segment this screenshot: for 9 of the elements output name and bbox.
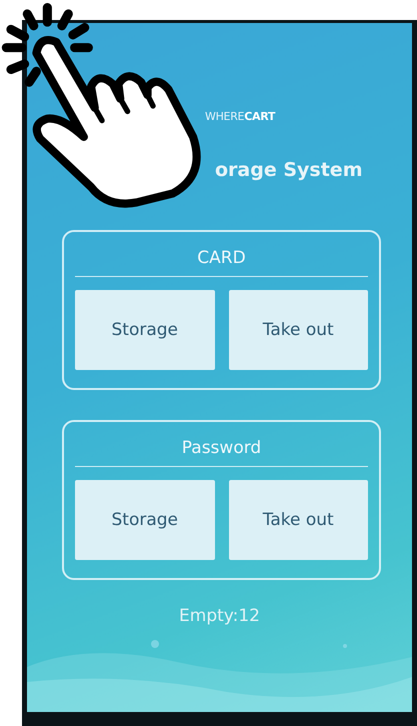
take-out-button[interactable]: Take out bbox=[228, 290, 368, 370]
brand-logo: WHERECART bbox=[205, 110, 276, 123]
section-title: Password bbox=[75, 422, 368, 467]
storage-button[interactable]: Storage bbox=[75, 480, 214, 560]
empty-count: Empty:12 bbox=[178, 606, 261, 626]
take-out-button[interactable]: Take out bbox=[228, 480, 368, 560]
section-title: CARD bbox=[75, 232, 368, 277]
storage-button[interactable]: Storage bbox=[75, 290, 214, 370]
app-title: orage System bbox=[215, 159, 364, 181]
